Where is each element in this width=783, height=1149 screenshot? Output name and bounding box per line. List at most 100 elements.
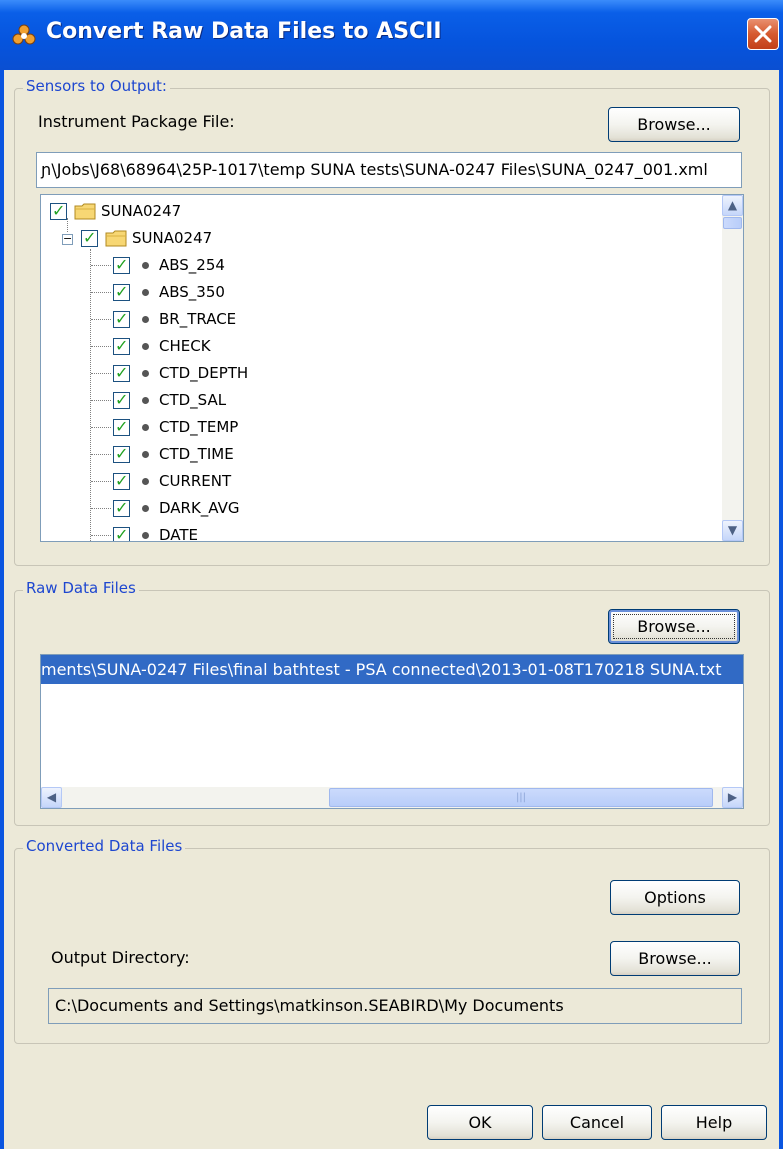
tree-guide-branch [91,373,111,374]
tree-sensor-item[interactable]: ✓ DARK_AVG [41,495,711,522]
check-mark-icon: ✓ [115,417,129,436]
raw-files-horizontal-scrollbar[interactable]: ◀ ||| ▶ [41,787,743,808]
output-browse-button[interactable]: Browse... [610,941,740,976]
dialog-window: Convert Raw Data Files to ASCII Sensors … [0,0,783,1149]
tree-sensor-item[interactable]: ✓ CURRENT [41,468,711,495]
tree-sensor-item[interactable]: ✓ CTD_TEMP [41,414,711,441]
check-mark-icon: ✓ [83,228,97,247]
close-button[interactable] [747,18,779,50]
tree-guide-branch [91,454,111,455]
raw-files-scroll-thumb[interactable]: ||| [329,788,713,807]
scroll-down-arrow-icon: ▼ [727,523,738,537]
sensor-bullet-icon [142,343,149,350]
collapse-minus-icon: − [63,232,73,245]
scroll-grip-icon: ||| [515,792,527,803]
cancel-label: Cancel [569,1113,625,1132]
sensor-bullet-icon [142,532,149,539]
tree-sensor-item[interactable]: ✓ CHECK [41,333,711,360]
cancel-button[interactable]: Cancel [542,1105,652,1140]
sensor-bullet-icon [142,289,149,296]
sensor-bullet-icon [142,370,149,377]
tree-guide-branch [91,508,111,509]
close-x-icon [754,25,772,43]
sensor-label: ABS_350 [159,283,225,301]
child-checkbox[interactable]: ✓ [81,228,98,247]
check-mark-icon: ✓ [115,498,129,517]
raw-browse-button[interactable]: Browse... [608,609,740,644]
sensor-checkbox[interactable]: ✓ [113,417,130,436]
tree-guide-branch [91,319,111,320]
tree-sensor-item[interactable]: ✓ BR_TRACE [41,306,711,333]
check-mark-icon: ✓ [115,309,129,328]
check-mark-icon: ✓ [52,201,66,220]
package-browse-button[interactable]: Browse... [608,107,740,142]
scroll-up-arrow-icon: ▲ [727,198,738,212]
scroll-left-button[interactable]: ◀ [41,787,62,808]
output-path-field[interactable]: C:\Documents and Settings\matkinson.SEAB… [48,988,742,1024]
sensor-checkbox[interactable]: ✓ [113,444,130,463]
sensor-bullet-icon [142,424,149,431]
tree-guide-branch [91,535,111,536]
tree-sensor-item[interactable]: ✓ ABS_254 [41,252,711,279]
options-label: Options [644,888,706,907]
check-mark-icon: ✓ [115,336,129,355]
tree-scroll-down-button[interactable]: ▼ [722,520,743,541]
tree-sensor-item[interactable]: ✓ CTD_DEPTH [41,360,711,387]
sensor-checkbox[interactable]: ✓ [113,282,130,301]
tree-child-node[interactable]: − ✓ SUNA0247 [41,225,711,252]
help-button[interactable]: Help [661,1105,767,1140]
sensor-checkbox[interactable]: ✓ [113,309,130,328]
sensor-label: ABS_254 [159,256,225,274]
sensors-tree[interactable]: ✓ SUNA0247 − ✓ SUNA0247 ✓ ABS_254 ✓ ABS_35 [40,194,744,542]
sensor-label: CURRENT [159,472,232,490]
output-browse-label: Browse... [638,949,712,968]
sensor-label: BR_TRACE [159,310,237,328]
sensor-checkbox[interactable]: ✓ [113,390,130,409]
tree-collapse-toggle[interactable]: − [62,232,73,245]
tree-sensor-item[interactable]: ✓ ABS_350 [41,279,711,306]
raw-file-name: ments\SUNA-0247 Files\final bathtest - P… [41,660,722,679]
tree-guide-branch [91,265,111,266]
ok-button[interactable]: OK [427,1105,533,1140]
window-title: Convert Raw Data Files to ASCII [46,19,442,44]
sensor-label: CTD_TEMP [159,418,239,436]
sensor-checkbox[interactable]: ✓ [113,336,130,355]
tree-child-label: SUNA0247 [132,229,213,247]
options-button[interactable]: Options [610,880,740,915]
scroll-right-button[interactable]: ▶ [722,787,743,808]
sensor-checkbox[interactable]: ✓ [113,498,130,517]
biohazard-app-icon [12,24,36,45]
check-mark-icon: ✓ [115,471,129,490]
sensor-label: CTD_TIME [159,445,234,463]
check-mark-icon: ✓ [115,255,129,274]
root-checkbox[interactable]: ✓ [50,201,67,220]
tree-sensor-item[interactable]: ✓ DATE [41,522,711,542]
help-label: Help [695,1113,733,1132]
sensor-checkbox[interactable]: ✓ [113,363,130,382]
tree-scroll-up-button[interactable]: ▲ [722,195,743,216]
check-mark-icon: ✓ [115,525,129,542]
check-mark-icon: ✓ [115,282,129,301]
tree-guide-branch [91,481,111,482]
sensor-label: DATE [159,526,199,542]
sensor-checkbox[interactable]: ✓ [113,471,130,490]
check-mark-icon: ✓ [115,363,129,382]
tree-root-node[interactable]: ✓ SUNA0247 [41,198,711,225]
folder-icon [74,203,96,220]
scroll-right-arrow-icon: ▶ [727,790,738,804]
tree-sensor-item[interactable]: ✓ CTD_TIME [41,441,711,468]
raw-file-row[interactable]: ments\SUNA-0247 Files\final bathtest - P… [41,655,743,684]
package-path-field[interactable]: ɲ\Jobs\J68\68964\25P-1017\temp SUNA test… [36,152,742,188]
tree-guide-branch [91,427,111,428]
title-bar[interactable]: Convert Raw Data Files to ASCII [0,0,783,70]
sensor-bullet-icon [142,451,149,458]
tree-sensor-item[interactable]: ✓ CTD_SAL [41,387,711,414]
tree-scroll-thumb[interactable] [723,217,742,229]
raw-files-list[interactable]: ments\SUNA-0247 Files\final bathtest - P… [40,654,744,809]
tree-vertical-scrollbar[interactable]: ▲ ▼ [722,195,743,541]
sensor-label: CTD_SAL [159,391,227,409]
sensor-checkbox[interactable]: ✓ [113,255,130,274]
package-browse-label: Browse... [637,115,711,134]
sensor-bullet-icon [142,397,149,404]
sensor-checkbox[interactable]: ✓ [113,525,130,542]
